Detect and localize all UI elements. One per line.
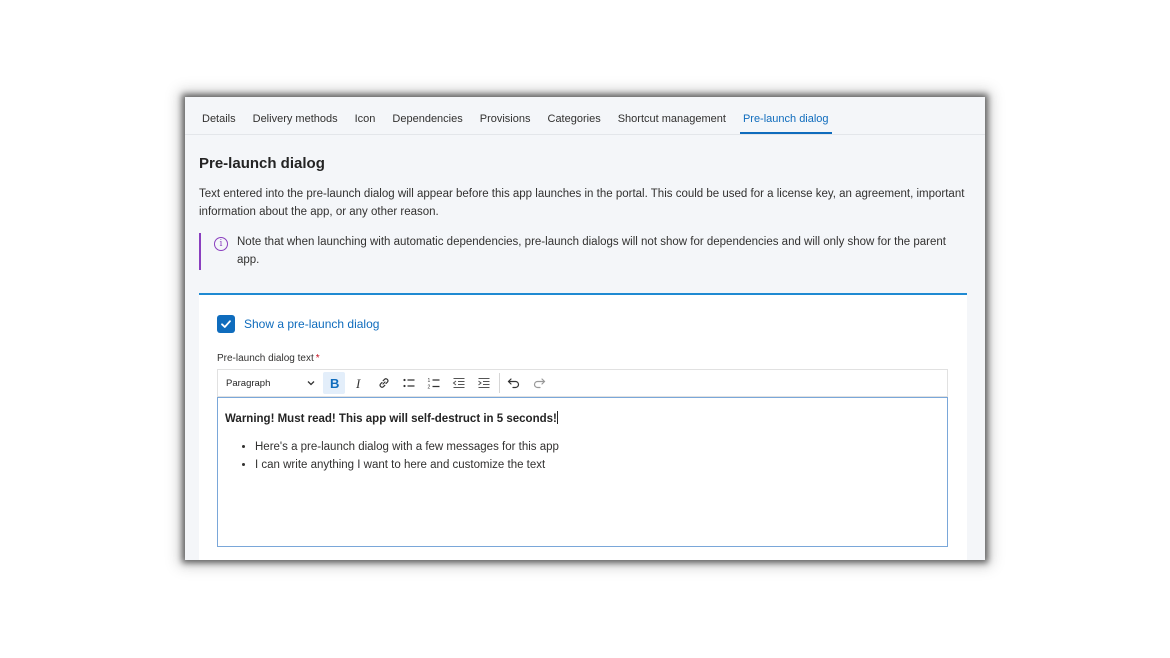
tab-shortcut-management[interactable]: Shortcut management [615, 97, 729, 134]
decrease-indent-icon [452, 378, 465, 388]
increase-indent-button[interactable] [473, 372, 495, 394]
redo-icon [533, 378, 546, 389]
checkmark-icon [221, 320, 231, 328]
page-description: Text entered into the pre-launch dialog … [199, 188, 965, 218]
info-note: i Note that when launching with automati… [199, 233, 971, 270]
italic-icon: I [355, 376, 361, 390]
link-icon [379, 378, 389, 388]
show-dialog-label[interactable]: Show a pre-launch dialog [244, 317, 379, 331]
dialog-text-label-text: Pre-launch dialog text [217, 353, 314, 364]
list-item: I can write anything I want to here and … [255, 456, 559, 474]
tab-delivery-methods[interactable]: Delivery methods [250, 97, 341, 134]
tab-details[interactable]: Details [199, 97, 239, 134]
show-dialog-checkbox[interactable] [217, 315, 235, 333]
bold-icon: B [330, 376, 339, 390]
editor-toolbar: Paragraph B I 1 2 [217, 369, 948, 397]
numbered-list-button[interactable]: 1 2 [423, 372, 445, 394]
editor-heading: Warning! Must read! This app will self-d… [225, 411, 558, 425]
info-icon: i [214, 237, 228, 251]
tab-pre-launch-dialog[interactable]: Pre-launch dialog [739, 97, 832, 134]
increase-indent-icon [478, 378, 490, 388]
page-title: Pre-launch dialog [199, 155, 325, 172]
dialog-text-label: Pre-launch dialog text * [217, 353, 320, 364]
editor-heading-text: Warning! Must read! This app will self-d… [225, 413, 557, 425]
toolbar-divider [499, 373, 500, 393]
svg-text:1: 1 [428, 378, 431, 384]
svg-text:2: 2 [428, 385, 431, 391]
bold-button[interactable]: B [323, 372, 345, 394]
svg-text:I: I [355, 376, 361, 390]
tab-dependencies[interactable]: Dependencies [389, 97, 465, 134]
redo-button[interactable] [528, 372, 550, 394]
info-note-text: Note that when launching with automatic … [237, 236, 946, 266]
paragraph-format-select[interactable]: Paragraph [222, 372, 320, 394]
decrease-indent-button[interactable] [448, 372, 470, 394]
italic-button[interactable]: I [348, 372, 370, 394]
tab-bar: Details Delivery methods Icon Dependenci… [185, 97, 985, 135]
list-item: Here's a pre-launch dialog with a few me… [255, 438, 559, 456]
undo-button[interactable] [503, 372, 525, 394]
chevron-down-icon [307, 381, 315, 386]
editor-bullet-list: Here's a pre-launch dialog with a few me… [228, 438, 559, 474]
tab-categories[interactable]: Categories [545, 97, 604, 134]
show-dialog-checkbox-row[interactable]: Show a pre-launch dialog [217, 315, 379, 333]
undo-icon [507, 378, 520, 389]
bulleted-list-icon [403, 378, 415, 388]
svg-text:B: B [330, 376, 339, 390]
text-caret [556, 411, 558, 424]
bulleted-list-button[interactable] [398, 372, 420, 394]
tab-provisions[interactable]: Provisions [477, 97, 534, 134]
paragraph-format-value: Paragraph [226, 377, 271, 389]
numbered-list-icon: 1 2 [428, 378, 440, 391]
pre-launch-dialog-card: Show a pre-launch dialog Pre-launch dial… [199, 293, 967, 560]
required-marker: * [315, 353, 320, 364]
app-settings-window: Details Delivery methods Icon Dependenci… [185, 97, 985, 560]
dialog-text-editor[interactable]: Warning! Must read! This app will self-d… [217, 397, 948, 547]
tab-icon[interactable]: Icon [352, 97, 379, 134]
link-button[interactable] [373, 372, 395, 394]
